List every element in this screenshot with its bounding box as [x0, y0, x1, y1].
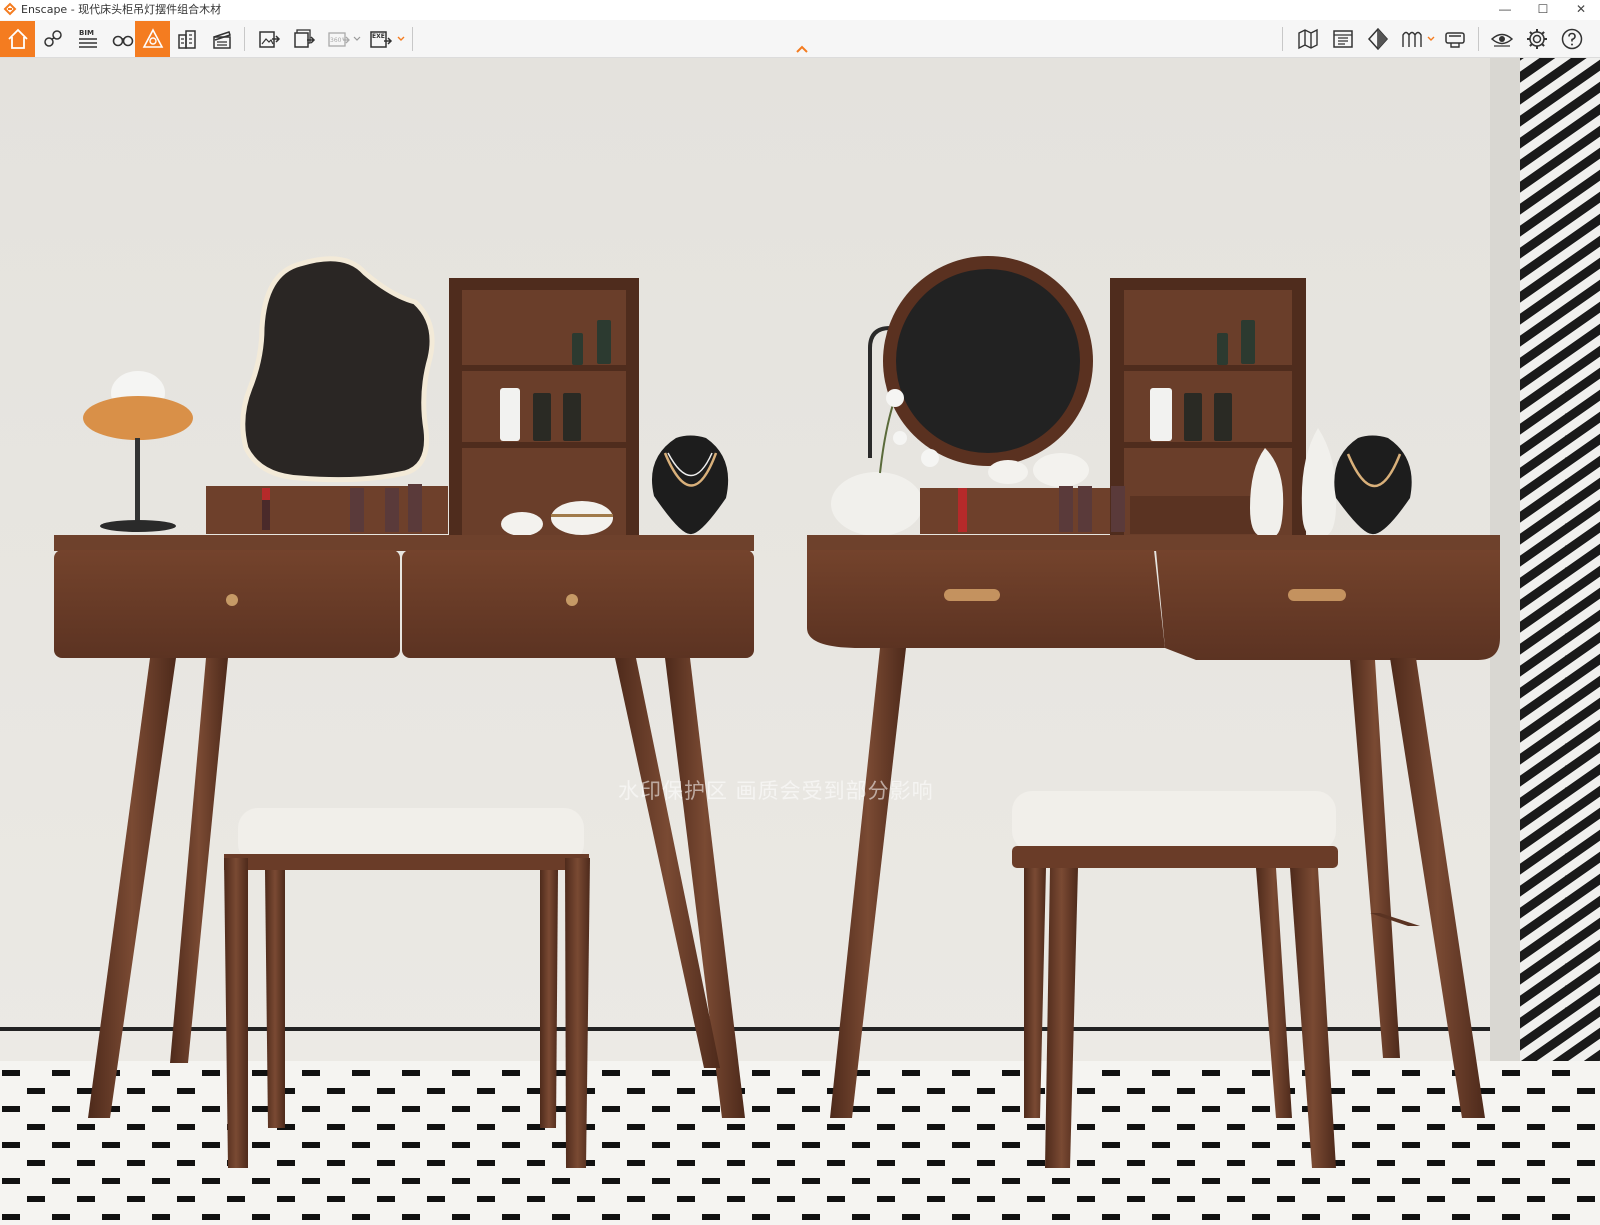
left-tabletop [54, 535, 754, 551]
visibility-button[interactable] [1484, 21, 1519, 57]
white-vase [831, 472, 923, 536]
svg-text:EXE: EXE [372, 33, 385, 40]
chevron-down-icon [353, 36, 361, 41]
views-button[interactable] [35, 21, 70, 57]
collapse-toolbar-icon[interactable] [794, 42, 810, 56]
minimap-icon [1332, 30, 1353, 48]
asset-library-button[interactable] [135, 21, 170, 57]
window-blinds [1520, 58, 1600, 1098]
clapperboard-icon [212, 31, 231, 49]
asset-library-icon [142, 28, 163, 48]
toolbar-separator [1478, 27, 1479, 51]
building-icon [177, 30, 196, 49]
capture-button[interactable] [1437, 21, 1472, 57]
section-box-icon [1367, 27, 1388, 51]
home-icon [7, 28, 28, 49]
map-icon [1297, 28, 1318, 50]
title-bar: Enscape - 现代床头柜吊灯摆件组合木材 — ☐ ✕ [0, 0, 1600, 18]
bim-icon: BIM [78, 29, 97, 48]
video-editor-button[interactable] [204, 21, 239, 57]
baseboard [0, 1027, 1490, 1031]
close-button[interactable]: ✕ [1562, 0, 1600, 18]
right-stool-cushion [1012, 791, 1336, 851]
export-dropdown[interactable] [397, 32, 405, 46]
map-button[interactable] [1290, 21, 1325, 57]
window-controls: — ☐ ✕ [1486, 0, 1600, 18]
enscape-logo-icon [3, 2, 17, 16]
eye-icon [1490, 33, 1513, 47]
toolbar-separator [244, 27, 245, 51]
drawer-handle [1288, 589, 1346, 601]
panorama-360-icon: 360° [327, 32, 350, 47]
svg-text:360°: 360° [330, 37, 344, 44]
render-viewport[interactable]: 水印保护区 画质会受到部分影响 [0, 58, 1600, 1225]
gear-icon [1526, 29, 1547, 49]
export-exe-button[interactable]: EXE [363, 21, 398, 57]
atmosphere-icon [1401, 31, 1422, 47]
drawer-knob [566, 594, 578, 606]
svg-text:BIM: BIM [79, 29, 94, 37]
baseboard-face [0, 1031, 1490, 1061]
buildings-button[interactable] [169, 21, 204, 57]
bim-button[interactable]: BIM [70, 21, 105, 57]
batch-render-button[interactable] [286, 21, 321, 57]
export-exe-icon: EXE [369, 31, 392, 48]
minimize-button[interactable]: — [1486, 0, 1524, 18]
batch-render-icon [293, 29, 315, 48]
home-button[interactable] [0, 21, 35, 57]
main-toolbar: BIM 360° EXE [0, 20, 1600, 58]
left-drawer-2 [402, 550, 754, 658]
drawer-handle [944, 589, 1000, 601]
scene-render [0, 58, 1600, 1225]
settings-button[interactable] [1519, 21, 1554, 57]
chevron-down-icon [397, 36, 405, 41]
chevron-down-icon [1427, 36, 1435, 41]
minimap-button[interactable] [1325, 21, 1360, 57]
toolbar-separator [412, 27, 413, 51]
watermark-text: 水印保护区 画质会受到部分影响 [618, 779, 934, 803]
panorama-button[interactable]: 360° [321, 21, 356, 57]
help-icon [1561, 28, 1582, 50]
map-pin-icon [43, 30, 62, 47]
right-drawer-2 [1156, 550, 1500, 660]
panorama-dropdown[interactable] [353, 32, 361, 46]
right-tabletop [807, 535, 1500, 551]
section-box-button[interactable] [1360, 21, 1395, 57]
capture-icon [1444, 32, 1465, 48]
lamp-shade [83, 396, 193, 440]
atmosphere-dropdown[interactable] [1427, 32, 1435, 46]
binoculars-icon [112, 35, 133, 47]
left-drawer-1 [54, 550, 400, 658]
help-button[interactable] [1554, 21, 1589, 57]
maximize-button[interactable]: ☐ [1524, 0, 1562, 18]
window-title: Enscape - 现代床头柜吊灯摆件组合木材 [21, 3, 222, 16]
toolbar-separator [1282, 27, 1283, 51]
screenshot-button[interactable] [251, 21, 286, 57]
atmosphere-button[interactable] [1394, 21, 1429, 57]
export-image-icon [258, 31, 280, 48]
drawer-knob [226, 594, 238, 606]
